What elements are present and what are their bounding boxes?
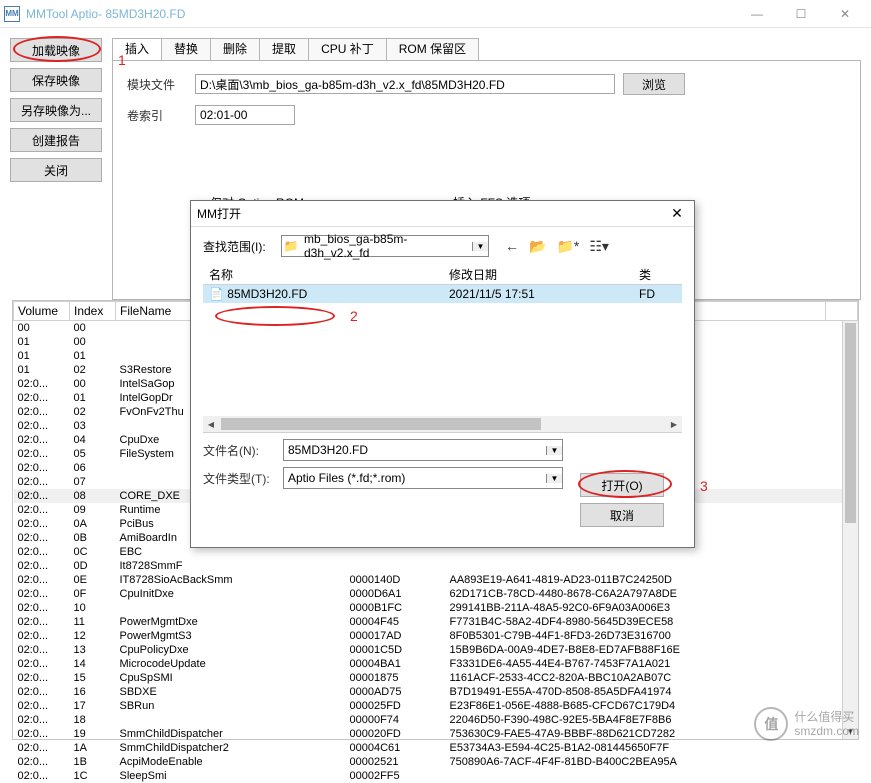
maximize-button[interactable]: ☐: [779, 0, 823, 28]
filename-combo[interactable]: 85MD3H20.FD ▼: [283, 439, 563, 461]
hscroll-thumb[interactable]: [221, 418, 541, 430]
save-image-button[interactable]: 保存映像: [10, 68, 102, 92]
module-file-label: 模块文件: [127, 76, 187, 93]
lookin-label: 查找范围(I):: [203, 238, 275, 255]
file-list-hscroll[interactable]: ◀ ▶: [203, 416, 682, 432]
tab-extract[interactable]: 提取: [259, 38, 309, 60]
view-menu-icon[interactable]: ☷▾: [589, 238, 609, 255]
create-report-button[interactable]: 创建报告: [10, 128, 102, 152]
table-row[interactable]: 02:0...1800000F7422046D50-F390-498C-92E5…: [14, 713, 858, 727]
file-type-cell: FD: [633, 287, 673, 301]
folder-icon: 📁: [282, 239, 300, 253]
table-row[interactable]: 02:0...12PowerMgmtS3000017AD8F0B5301-C79…: [14, 629, 858, 643]
module-file-input[interactable]: [195, 74, 615, 94]
col-type[interactable]: 类: [633, 266, 673, 283]
table-row[interactable]: 02:0...14MicrocodeUpdate00004BA1F3331DE6…: [14, 657, 858, 671]
app-icon: MM: [4, 6, 20, 22]
tab-replace[interactable]: 替换: [161, 38, 211, 60]
filename-label: 文件名(N):: [203, 442, 275, 459]
col-name[interactable]: 名称: [203, 266, 443, 283]
table-row[interactable]: 02:0...0DIt8728SmmF: [14, 559, 858, 573]
file-list-header: 名称 修改日期 类: [203, 265, 682, 285]
folder-up-icon[interactable]: 📂: [529, 238, 546, 255]
close-image-button[interactable]: 关闭: [10, 158, 102, 182]
table-row[interactable]: 02:0...1CSleepSmi00002FF5: [14, 769, 858, 783]
scroll-left-icon[interactable]: ◀: [203, 420, 219, 429]
tab-insert[interactable]: 插入: [112, 38, 162, 60]
dialog-icon: MM: [197, 207, 211, 221]
sidebar: 加载映像 保存映像 另存映像为... 创建报告 关闭: [10, 38, 102, 300]
filetype-label: 文件类型(T):: [203, 470, 275, 487]
filetype-value: Aptio Files (*.fd;*.rom): [284, 471, 546, 485]
table-row[interactable]: 02:0...100000B1FC299141BB-211A-48A5-92C0…: [14, 601, 858, 615]
tab-rom-reserve[interactable]: ROM 保留区: [386, 38, 479, 60]
titlebar: MM MMTool Aptio- 85MD3H20.FD — ☐ ✕: [0, 0, 871, 28]
file-date-cell: 2021/11/5 17:51: [443, 287, 633, 301]
table-scrollbar[interactable]: ▲ ▼: [842, 321, 858, 739]
close-button[interactable]: ✕: [823, 0, 867, 28]
table-row[interactable]: 02:0...19SmmChildDispatcher000020FD75363…: [14, 727, 858, 741]
filename-value: 85MD3H20.FD: [284, 443, 546, 457]
table-row[interactable]: 02:0...16SBDXE0000AD75B7D19491-E55A-470D…: [14, 685, 858, 699]
watermark-line1: 什么值得买: [794, 710, 859, 724]
table-row[interactable]: 02:0...0EIT8728SioAcBackSmm0000140DAA893…: [14, 573, 858, 587]
scroll-thumb[interactable]: [845, 323, 856, 523]
file-name-cell: 📄 85MD3H20.FD: [203, 287, 443, 301]
table-header[interactable]: [826, 302, 858, 321]
table-row[interactable]: 02:0...17SBRun000025FDE23F86E1-056E-4888…: [14, 699, 858, 713]
watermark: 值 什么值得买 smzdm.com: [754, 707, 859, 741]
window-title: MMTool Aptio- 85MD3H20.FD: [26, 7, 735, 21]
table-row[interactable]: 02:0...0FCpuInitDxe0000D6A162D171CB-78CD…: [14, 587, 858, 601]
table-row[interactable]: 02:0...1BAcpiModeEnable00002521750890A6-…: [14, 755, 858, 769]
table-row[interactable]: 02:0...11PowerMgmtDxe00004F45F7731B4C-58…: [14, 615, 858, 629]
scroll-right-icon[interactable]: ▶: [666, 420, 682, 429]
dialog-titlebar: MM 打开 ✕: [191, 201, 694, 227]
col-date[interactable]: 修改日期: [443, 266, 633, 283]
file-list[interactable]: 名称 修改日期 类 📄 85MD3H20.FD 2021/11/5 17:51 …: [203, 265, 682, 433]
chevron-down-icon[interactable]: ▼: [546, 474, 562, 483]
open-button[interactable]: 打开(O): [580, 473, 664, 497]
filetype-combo[interactable]: Aptio Files (*.fd;*.rom) ▼: [283, 467, 563, 489]
open-dialog: MM 打开 ✕ 查找范围(I): 📁 mb_bios_ga-b85m-d3h_v…: [190, 200, 695, 548]
load-image-button[interactable]: 加载映像: [10, 38, 102, 62]
file-row-selected[interactable]: 📄 85MD3H20.FD 2021/11/5 17:51 FD: [203, 285, 682, 303]
new-folder-icon[interactable]: 📁*: [556, 238, 579, 255]
watermark-line2: smzdm.com: [794, 724, 859, 738]
minimize-button[interactable]: —: [735, 0, 779, 28]
table-row[interactable]: 02:0...13CpuPolicyDxe00001C5D15B9B6DA-00…: [14, 643, 858, 657]
watermark-icon: 值: [754, 707, 788, 741]
browse-button[interactable]: 浏览: [623, 73, 685, 95]
back-icon[interactable]: ←: [505, 238, 519, 255]
save-image-as-button[interactable]: 另存映像为...: [10, 98, 102, 122]
chevron-down-icon[interactable]: ▼: [472, 242, 488, 251]
table-header[interactable]: Volume: [14, 302, 70, 321]
lookin-combo[interactable]: 📁 mb_bios_ga-b85m-d3h_v2.x_fd ▼: [281, 235, 489, 257]
dialog-title: 打开: [217, 205, 666, 222]
cancel-button[interactable]: 取消: [580, 503, 664, 527]
dialog-nav-icons: ← 📂 📁* ☷▾: [505, 238, 609, 255]
chevron-down-icon[interactable]: ▼: [546, 446, 562, 455]
tab-cpu-patch[interactable]: CPU 补丁: [308, 38, 387, 60]
table-row[interactable]: 02:0...15CpuSpSMI000018751161ACF-2533-4C…: [14, 671, 858, 685]
dialog-close-button[interactable]: ✕: [666, 205, 688, 222]
table-header[interactable]: Index: [70, 302, 116, 321]
volume-index-input[interactable]: [195, 105, 295, 125]
lookin-value: mb_bios_ga-b85m-d3h_v2.x_fd: [300, 232, 472, 260]
volume-index-label: 卷索引: [127, 107, 187, 124]
tabs: 插入 替换 删除 提取 CPU 补丁 ROM 保留区: [112, 38, 861, 60]
tab-delete[interactable]: 删除: [210, 38, 260, 60]
